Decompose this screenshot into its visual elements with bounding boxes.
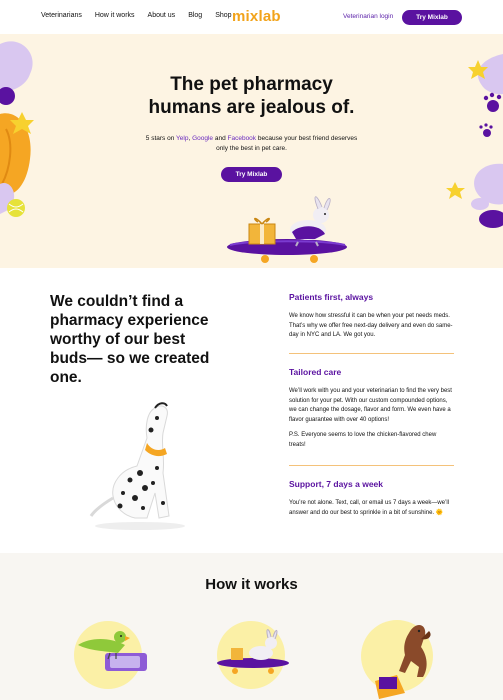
nav-blog[interactable]: Blog [188, 12, 202, 19]
main-nav: Veterinarians How it works About us Blog… [41, 12, 245, 19]
nav-how-it-works[interactable]: How it works [95, 12, 135, 19]
facebook-link[interactable]: Facebook [228, 135, 257, 142]
feature-title: Support, 7 days a week [289, 479, 384, 489]
hero-sub-prefix: 5 stars on [145, 135, 177, 142]
dalmatian-illustration [89, 402, 185, 530]
feature-tailored-care: Tailored care We’ll work with you and yo… [289, 367, 454, 456]
nav-about-us[interactable]: About us [148, 12, 176, 19]
hero-section: The pet pharmacy humans are jealous of. … [0, 34, 503, 268]
feature-divider [289, 353, 454, 354]
hero-sub-and: and [213, 135, 228, 142]
feature-title: Patients first, always [289, 292, 374, 302]
feature-text: P.S. Everyone seems to love the chicken-… [289, 432, 437, 448]
hero-title-line-1: The pet pharmacy [170, 74, 333, 95]
mission-section: We couldn’t find a pharmacy experience w… [0, 268, 503, 553]
nav-veterinarians[interactable]: Veterinarians [41, 12, 82, 19]
veterinarian-login-link[interactable]: Veterinarian login [343, 13, 393, 20]
nav-shop[interactable]: Shop [215, 12, 231, 19]
try-mixlab-header-button[interactable]: Try Mixlab [402, 10, 462, 25]
how-it-works-section: How it works [0, 553, 503, 700]
how-it-works-title: How it works [205, 576, 298, 593]
try-mixlab-hero-button[interactable]: Try Mixlab [221, 167, 282, 182]
yelp-link[interactable]: Yelp [176, 135, 188, 142]
feature-text: We’ll work with you and your veterinaria… [289, 388, 452, 423]
hero-subtitle: 5 stars on Yelp, Google and Facebook bec… [140, 134, 363, 154]
feature-text: We know how stressful it can be when you… [289, 313, 453, 338]
feature-divider [289, 465, 454, 466]
parrot-illustration [74, 621, 147, 689]
hero-title: The pet pharmacy humans are jealous of. [0, 73, 503, 119]
feature-support: Support, 7 days a week You’re not alone.… [289, 479, 454, 524]
feature-text: You’re not alone. Text, call, or email u… [289, 500, 450, 516]
dog-box-illustration [361, 620, 433, 699]
feature-patients-first: Patients first, always We know how stres… [289, 292, 454, 347]
bunny-skateboard-illustration [217, 621, 289, 689]
site-header: Veterinarians How it works About us Blog… [0, 0, 503, 34]
logo[interactable]: mixlab [232, 8, 281, 25]
feature-title: Tailored care [289, 367, 342, 377]
hero-title-line-2: humans are jealous of. [148, 97, 355, 118]
mission-title: We couldn’t find a pharmacy experience w… [50, 293, 210, 386]
google-link[interactable]: Google [192, 135, 213, 142]
